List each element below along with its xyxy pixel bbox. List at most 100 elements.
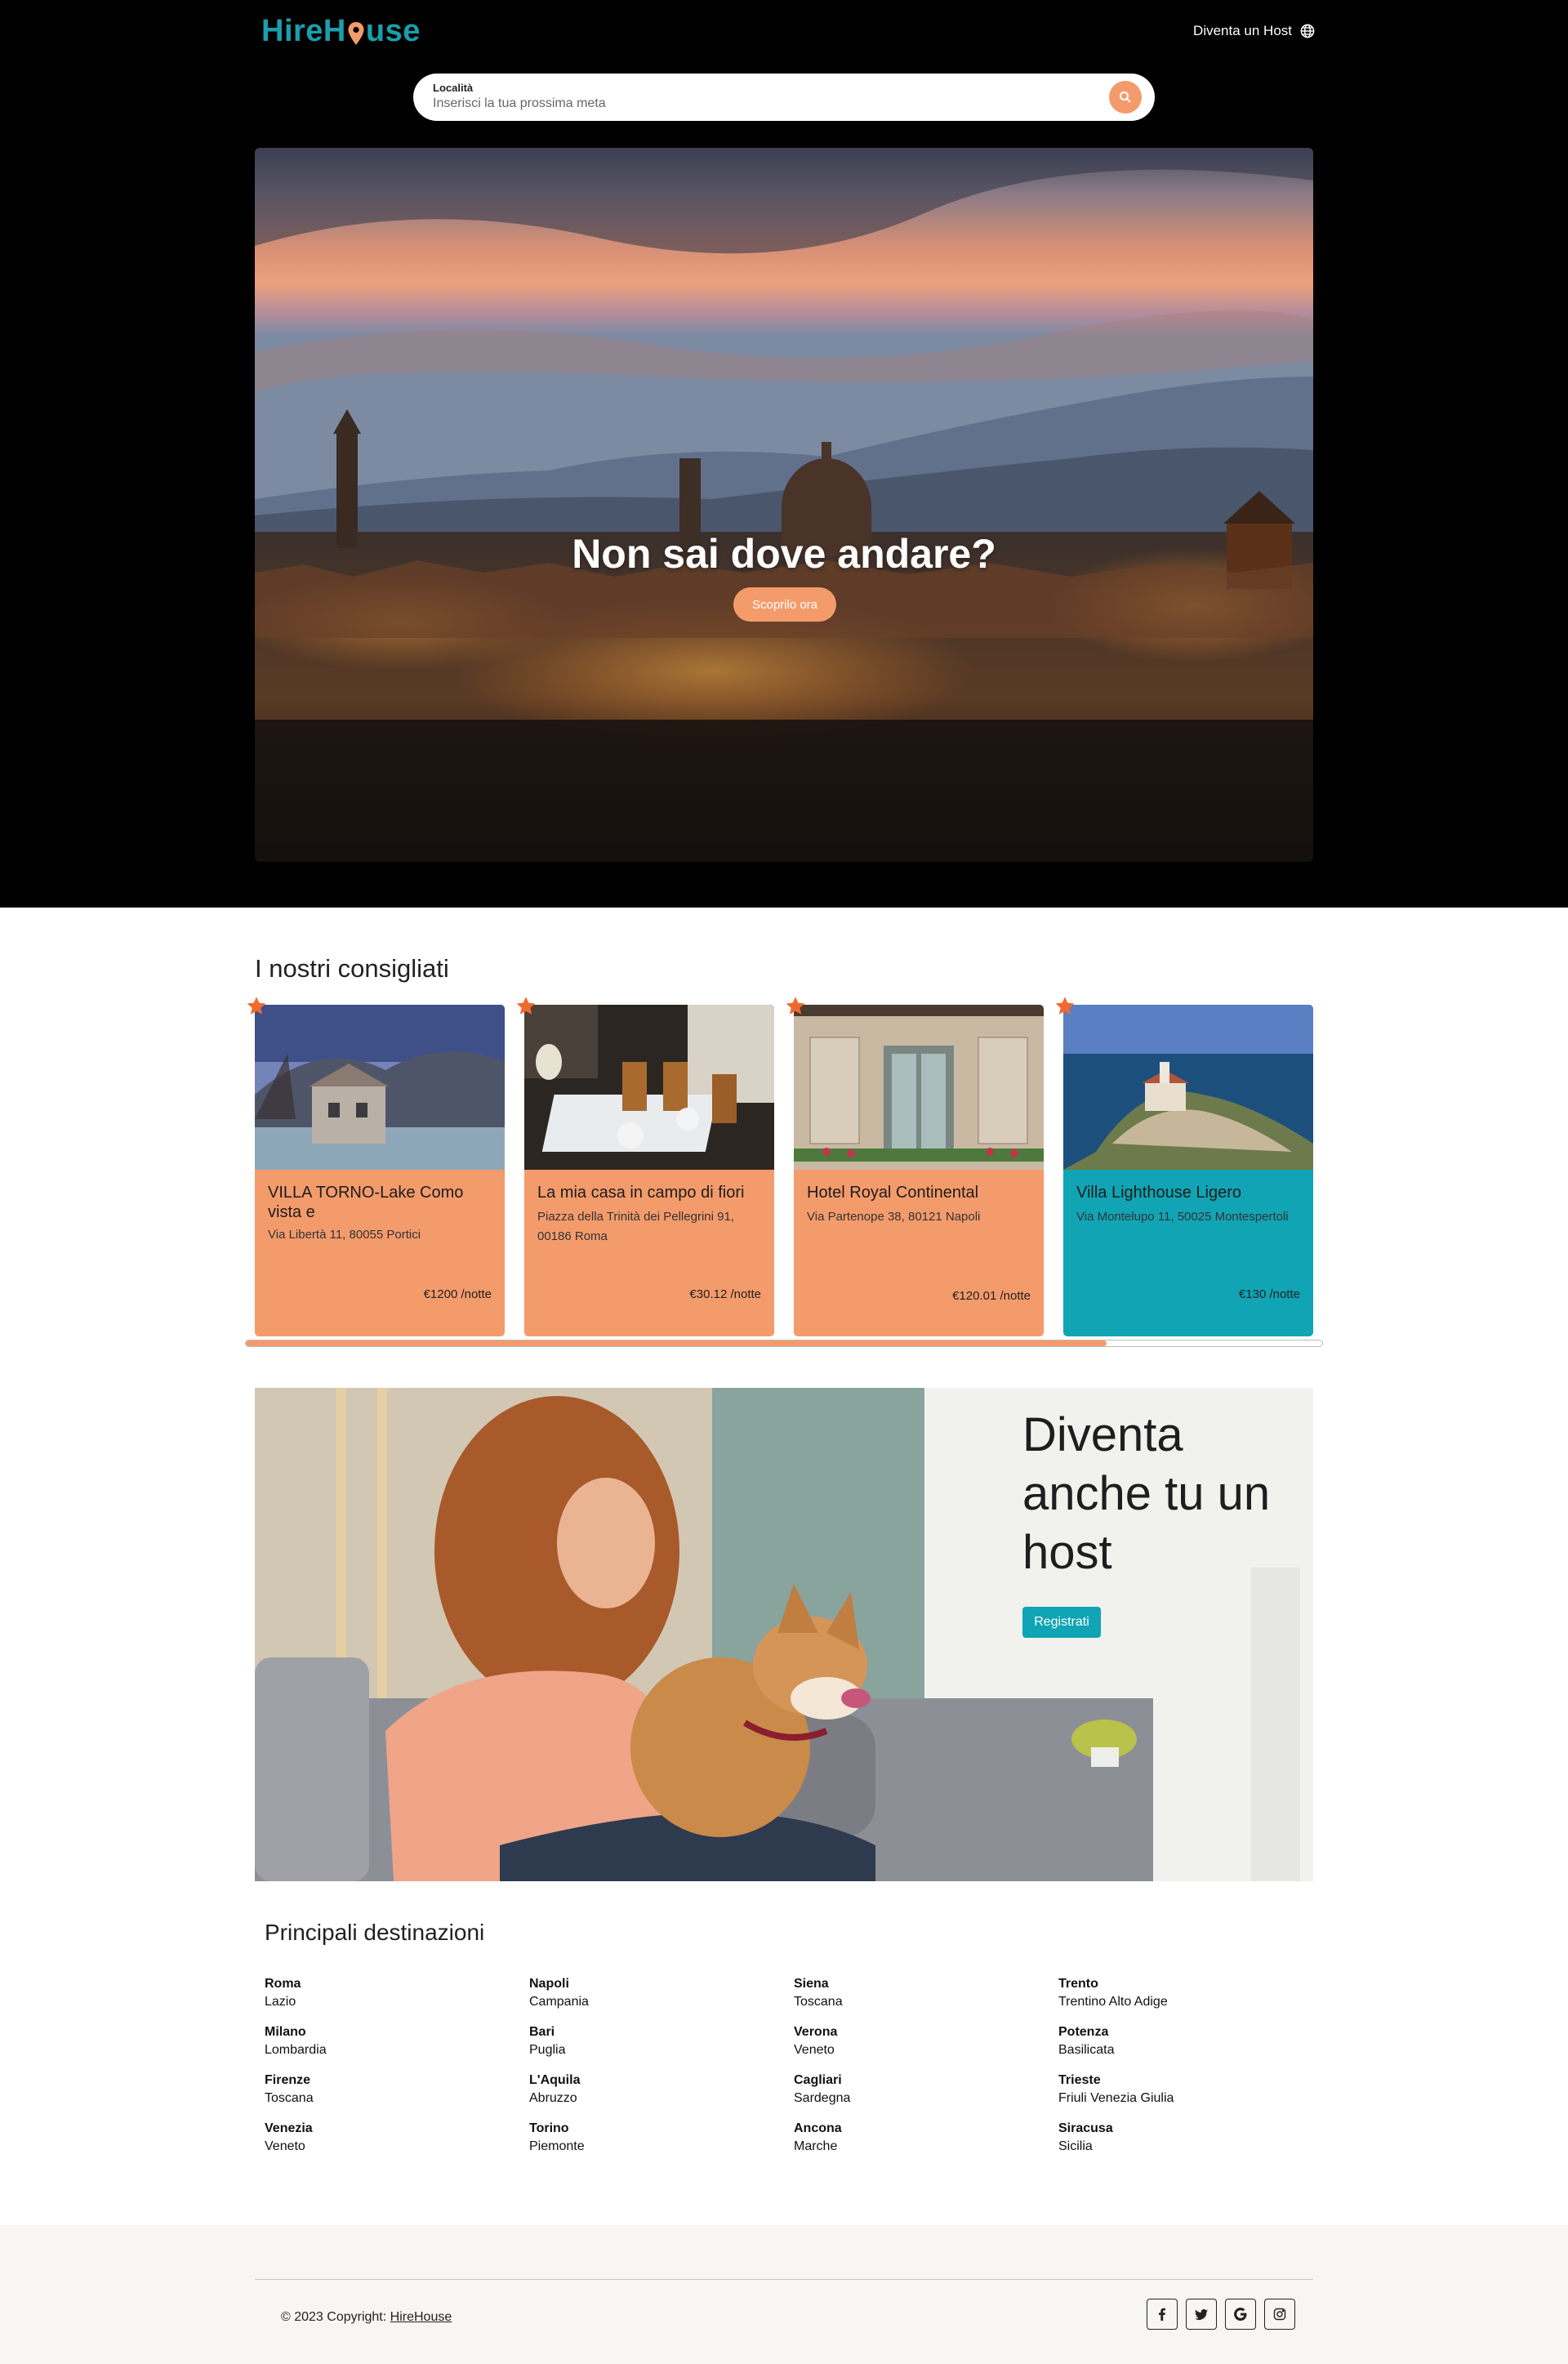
destination-city: Cagliari: [794, 2073, 842, 2087]
header-section: Hire Huse Diventa un Host Località Inser…: [0, 0, 1568, 908]
destination-region: Toscana: [794, 1995, 843, 2009]
logo-text-start: Hire: [261, 13, 323, 48]
destination-region: Marche: [794, 2139, 838, 2153]
star-icon: [786, 997, 805, 1015]
hotel-royal-photo: [794, 1005, 1044, 1170]
destination-region: Toscana: [265, 2091, 314, 2105]
destination-city: Siena: [794, 1977, 829, 1991]
twitter-icon: [1195, 2308, 1208, 2321]
property-price: €130 /notte: [1238, 1287, 1300, 1301]
destination-item[interactable]: Napoli Campania: [529, 1975, 774, 2011]
carousel-scrollbar[interactable]: [245, 1340, 1323, 1347]
florence-skyline-image: [255, 148, 1313, 862]
destination-city: Verona: [794, 2025, 838, 2039]
destination-item[interactable]: Roma Lazio: [265, 1975, 510, 2011]
property-price: €120.01 /notte: [952, 1289, 1031, 1303]
property-address: Via Libertà 11, 80055 Portici: [268, 1228, 421, 1242]
star-icon: [1055, 997, 1075, 1015]
star-icon: [247, 997, 266, 1015]
destination-item[interactable]: Ancona Marche: [794, 2120, 1039, 2156]
destination-city: Venezia: [265, 2121, 313, 2135]
villa-torno-photo: [255, 1005, 505, 1170]
destination-item[interactable]: Torino Piemonte: [529, 2120, 774, 2156]
destination-city: Firenze: [265, 2073, 311, 2087]
search-icon: [1120, 91, 1131, 103]
search-button[interactable]: [1109, 81, 1142, 114]
destination-item[interactable]: Cagliari Sardegna: [794, 2072, 1039, 2108]
property-card[interactable]: Hotel Royal Continental Via Partenope 38…: [794, 1005, 1044, 1336]
destination-region: Abruzzo: [529, 2091, 577, 2105]
property-address: Piazza della Trinità dei Pellegrini 91, …: [537, 1210, 734, 1243]
become-host-label: Diventa un Host: [1193, 23, 1292, 38]
destination-region: Sicilia: [1058, 2139, 1093, 2153]
destination-item[interactable]: Siracusa Sicilia: [1058, 2120, 1303, 2156]
destination-city: Siracusa: [1058, 2121, 1113, 2135]
google-button[interactable]: [1225, 2299, 1256, 2330]
become-host-link[interactable]: Diventa un Host: [1193, 23, 1315, 39]
carousel-scrollbar-thumb[interactable]: [246, 1340, 1107, 1346]
property-card[interactable]: La mia casa in campo di fiori Piazza del…: [524, 1005, 774, 1336]
property-address: Via Partenope 38, 80121 Napoli: [807, 1210, 981, 1224]
copyright-text: © 2023 Copyright: HireHouse: [281, 2310, 452, 2325]
discover-now-button[interactable]: Scoprilo ora: [733, 587, 836, 622]
brand-link[interactable]: HireHouse: [390, 2310, 452, 2324]
destination-item[interactable]: Bari Puglia: [529, 2023, 774, 2059]
campo-di-fiori-photo: [524, 1005, 774, 1170]
destination-region: Campania: [529, 1995, 589, 2009]
destination-city: L'Aquila: [529, 2073, 581, 2087]
instagram-icon: [1273, 2308, 1286, 2321]
search-bar: Località: [413, 74, 1155, 121]
destination-city: Torino: [529, 2121, 569, 2135]
destination-city: Bari: [529, 2025, 555, 2039]
destination-region: Veneto: [265, 2139, 305, 2153]
destination-city: Ancona: [794, 2121, 842, 2135]
recommended-carousel[interactable]: VILLA TORNO-Lake Como vista e Via Libert…: [255, 1005, 1313, 1336]
destination-city: Napoli: [529, 1977, 569, 1991]
property-name: Villa Lighthouse Ligero: [1076, 1184, 1242, 1202]
hirehouse-logo[interactable]: Hire Huse: [261, 13, 421, 49]
destinations-section-title: Principali destinazioni: [265, 1920, 485, 1945]
destination-city: Milano: [265, 2025, 306, 2039]
destination-item[interactable]: Trento Trentino Alto Adige: [1058, 1975, 1303, 2011]
property-name: Hotel Royal Continental: [807, 1184, 979, 1202]
twitter-button[interactable]: [1186, 2299, 1217, 2330]
destination-region: Veneto: [794, 2043, 835, 2057]
destination-item[interactable]: L'Aquila Abruzzo: [529, 2072, 774, 2108]
destination-city: Roma: [265, 1977, 301, 1991]
destination-item[interactable]: Milano Lombardia: [265, 2023, 510, 2059]
destination-item[interactable]: Verona Veneto: [794, 2023, 1039, 2059]
register-button[interactable]: Registrati: [1022, 1607, 1101, 1638]
globe-icon: [1300, 24, 1315, 38]
property-card[interactable]: Villa Lighthouse Ligero Via Montelupo 11…: [1063, 1005, 1313, 1336]
map-pin-icon: [347, 19, 365, 45]
become-host-title: Diventa anche tu un host: [1022, 1408, 1271, 1579]
facebook-icon: [1159, 2308, 1165, 2321]
destination-item[interactable]: Potenza Basilicata: [1058, 2023, 1303, 2059]
destination-item[interactable]: Siena Toscana: [794, 1975, 1039, 2011]
destination-city: Potenza: [1058, 2025, 1109, 2039]
instagram-button[interactable]: [1264, 2299, 1295, 2330]
destination-item[interactable]: Venezia Veneto: [265, 2120, 510, 2156]
destination-region: Puglia: [529, 2043, 566, 2057]
destination-region: Friuli Venezia Giulia: [1058, 2091, 1174, 2105]
property-price: €30.12 /notte: [689, 1287, 761, 1301]
property-name: La mia casa in campo di fiori: [537, 1184, 745, 1202]
destination-item[interactable]: Firenze Toscana: [265, 2072, 510, 2108]
google-icon: [1234, 2308, 1247, 2321]
hero-title: Non sai dove andare?: [572, 531, 996, 577]
destination-region: Basilicata: [1058, 2043, 1115, 2057]
property-card[interactable]: VILLA TORNO-Lake Como vista e Via Libert…: [255, 1005, 505, 1336]
property-address: Via Montelupo 11, 50025 Montespertoli: [1076, 1210, 1289, 1224]
property-name: VILLA TORNO-Lake Como vista e: [268, 1184, 464, 1221]
search-input[interactable]: [433, 96, 1054, 111]
footer-divider: [255, 2279, 1313, 2280]
destination-city: Trieste: [1058, 2073, 1101, 2087]
footer: © 2023 Copyright: HireHouse: [0, 2225, 1568, 2364]
destination-item[interactable]: Trieste Friuli Venezia Giulia: [1058, 2072, 1303, 2108]
recommended-section-title: I nostri consigliati: [255, 954, 449, 983]
search-label: Località: [433, 82, 474, 94]
facebook-button[interactable]: [1147, 2299, 1178, 2330]
destination-region: Lombardia: [265, 2043, 327, 2057]
destination-region: Piemonte: [529, 2139, 585, 2153]
social-links: [1147, 2299, 1295, 2330]
